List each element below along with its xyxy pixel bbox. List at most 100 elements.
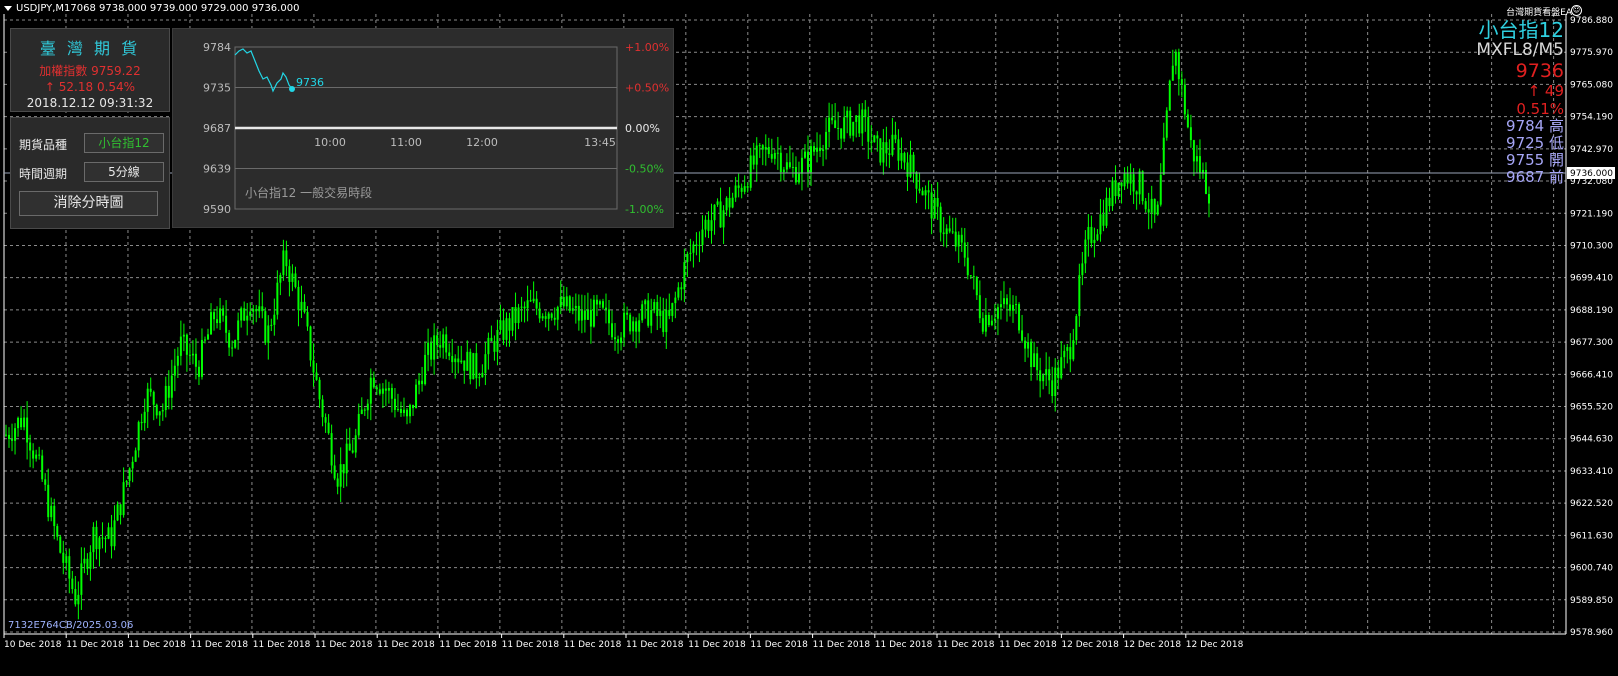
candle-body bbox=[978, 295, 981, 319]
candle-body bbox=[137, 422, 140, 451]
candle-body bbox=[629, 314, 632, 332]
dropdown-triangle-icon[interactable] bbox=[4, 5, 12, 11]
candle-body bbox=[981, 318, 984, 332]
candle-body bbox=[294, 273, 297, 287]
candle-body bbox=[1111, 180, 1114, 207]
candle-body bbox=[222, 308, 225, 316]
candle-body bbox=[439, 345, 442, 348]
candle-body bbox=[1177, 51, 1180, 80]
candle-body bbox=[1015, 304, 1018, 306]
candle-body bbox=[261, 306, 264, 312]
weighted-index: 加權指數 9759.22 bbox=[39, 64, 141, 78]
candle-body bbox=[689, 252, 692, 254]
candle-body bbox=[381, 388, 384, 394]
candle-body bbox=[113, 520, 116, 547]
candle-body bbox=[972, 276, 975, 278]
candle-body bbox=[1123, 173, 1126, 187]
candle-body bbox=[360, 409, 363, 414]
candle-body bbox=[378, 389, 381, 394]
candle-body bbox=[176, 355, 179, 366]
candle-body bbox=[755, 145, 758, 165]
candle-body bbox=[5, 434, 7, 436]
mini-current-label: 9736 bbox=[296, 76, 324, 89]
candle-body bbox=[44, 479, 47, 485]
candle-body bbox=[577, 305, 580, 321]
candle-body bbox=[665, 309, 668, 333]
instrument-code: MXFL8/M5 bbox=[1476, 40, 1564, 60]
candle-body bbox=[297, 286, 300, 311]
candle-body bbox=[1117, 182, 1120, 197]
candle-body bbox=[237, 320, 240, 341]
candle-body bbox=[104, 538, 107, 540]
candle-body bbox=[1024, 340, 1027, 349]
date-axis-label: 11 Dec 2018 bbox=[66, 640, 124, 650]
candle-body bbox=[466, 351, 469, 371]
candle-body bbox=[454, 358, 457, 363]
last-price: 9736 bbox=[1515, 60, 1564, 82]
candle-body bbox=[390, 388, 393, 399]
candle-body bbox=[999, 304, 1002, 308]
candle-body bbox=[207, 334, 210, 340]
candle-body bbox=[571, 308, 574, 311]
quote-info: 小台指12 MXFL8/M5 9736 ↑ 49 0.51% 9784 高 97… bbox=[1476, 20, 1564, 185]
mini-y-label: 9784 bbox=[203, 41, 231, 54]
candle-body bbox=[149, 388, 152, 392]
candle-body bbox=[213, 312, 216, 320]
candle-body bbox=[523, 306, 526, 309]
candle-body bbox=[98, 537, 101, 550]
candle-body bbox=[611, 323, 614, 338]
smiley-icon[interactable]: ☺ bbox=[1571, 5, 1582, 16]
candle-body bbox=[1105, 197, 1108, 226]
prev-close-value: 9687 前 bbox=[1506, 168, 1564, 186]
date-axis-label: 11 Dec 2018 bbox=[564, 640, 622, 650]
candle-body bbox=[59, 536, 62, 553]
candle-body bbox=[568, 296, 571, 311]
mini-price-line bbox=[234, 48, 293, 93]
candle-body bbox=[306, 312, 309, 327]
candle-body bbox=[291, 273, 294, 282]
candle-body bbox=[26, 417, 29, 443]
candle-body bbox=[770, 154, 773, 159]
candle-body bbox=[683, 262, 686, 290]
candle-body bbox=[553, 317, 556, 320]
price-axis-label: 9633.410 bbox=[1570, 467, 1613, 477]
candle-body bbox=[644, 300, 647, 305]
clear-chart-button[interactable]: 消除分時圖 bbox=[19, 191, 158, 216]
candle-body bbox=[1036, 353, 1039, 371]
candle-body bbox=[674, 297, 677, 304]
candle-body bbox=[499, 320, 502, 330]
candle-body bbox=[677, 287, 680, 298]
candle-body bbox=[710, 220, 713, 231]
candle-body bbox=[409, 404, 412, 417]
date-axis-label: 11 Dec 2018 bbox=[937, 640, 995, 650]
ea-label: 台灣期貨看盤EA bbox=[1506, 8, 1572, 18]
candle-body bbox=[393, 398, 396, 410]
price-axis-label: 9721.190 bbox=[1570, 209, 1613, 219]
candle-body bbox=[258, 306, 261, 312]
candle-body bbox=[487, 337, 490, 355]
candle-body bbox=[282, 250, 285, 276]
candle-body bbox=[128, 468, 131, 481]
candle-body bbox=[481, 372, 484, 378]
candle-body bbox=[1102, 214, 1105, 226]
candle-body bbox=[472, 353, 475, 380]
candle-body bbox=[659, 310, 662, 317]
product-select[interactable]: 小台指12 bbox=[84, 133, 164, 153]
candle-body bbox=[508, 318, 511, 331]
mini-time-label: 10:00 bbox=[314, 136, 346, 149]
candle-body bbox=[41, 455, 44, 480]
mini-pct-label: +0.50% bbox=[625, 82, 669, 95]
mini-y-label: 9639 bbox=[203, 163, 231, 176]
candle-body bbox=[758, 145, 761, 147]
mini-caption: 小台指12 一般交易時段 bbox=[245, 185, 372, 200]
period-select[interactable]: 5分線 bbox=[84, 162, 164, 182]
candle-body bbox=[47, 484, 50, 518]
price-axis-label: 9710.300 bbox=[1570, 241, 1613, 251]
candle-body bbox=[797, 173, 800, 183]
candle-body bbox=[653, 302, 656, 310]
date-axis-label: 12 Dec 2018 bbox=[1124, 640, 1182, 650]
candle-body bbox=[330, 433, 333, 466]
candle-body bbox=[219, 308, 222, 324]
candle-body bbox=[303, 301, 306, 313]
candle-body bbox=[903, 153, 906, 163]
